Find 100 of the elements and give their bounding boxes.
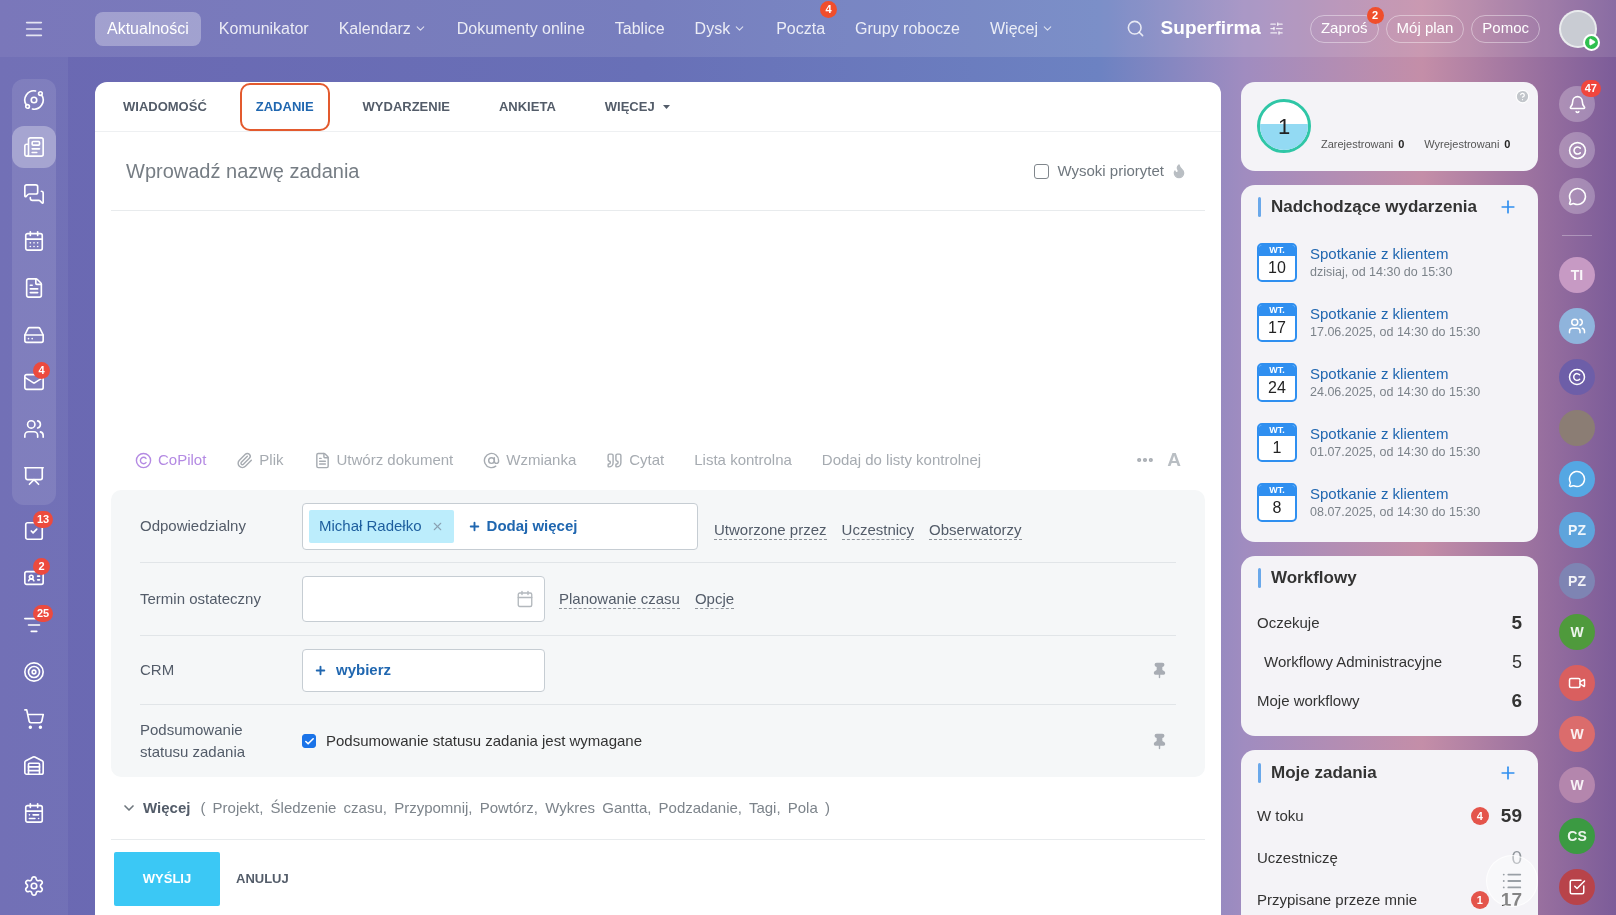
sidebar-button[interactable]: 13 [12,510,56,552]
toolbar-button[interactable]: Wzmianka [483,448,577,472]
counter-value: 1 [1277,112,1291,141]
contact-avatar[interactable]: CS [1559,818,1595,854]
more-fields-toggle[interactable]: Więcej [143,796,191,820]
contact-avatar[interactable] [1559,869,1595,905]
task-filter-link[interactable]: W toku [1257,804,1304,828]
crm-picker-field[interactable]: wybierz [302,648,545,692]
nav-tab[interactable]: Kalendarz [326,11,439,46]
user-avatar[interactable] [1559,9,1597,48]
plus-icon [467,519,481,533]
pin-icon[interactable] [1151,661,1168,679]
sidebar-button[interactable] [12,126,56,168]
post-type-tab[interactable]: WIĘCEJ [588,82,686,131]
drive-icon [23,324,45,346]
toolbar-button[interactable]: Cytat [606,448,665,472]
count-badge: 4 [33,362,50,379]
count-badge: 4 [1470,807,1489,825]
card-title: Workflowy [1271,567,1357,590]
post-type-tab[interactable]: ZADANIE [239,82,330,131]
contact-avatar[interactable]: W [1559,767,1595,803]
add-more-link[interactable]: Dodaj więcej [467,514,578,538]
event-title-link[interactable]: Spotkanie z klientem [1310,303,1481,324]
paperclip-icon [236,451,254,469]
contact-avatar[interactable] [1559,665,1595,701]
contact-avatar[interactable]: PZ [1559,512,1595,548]
warehouse-icon [23,755,45,777]
dashed-link[interactable]: Obserwatorzy [929,520,1022,540]
sliders-icon[interactable] [1268,21,1284,36]
task-filter-link[interactable]: Przypisane przeze mnie [1257,888,1418,912]
event-title-link[interactable]: Spotkanie z klientem [1310,483,1481,504]
person-chip[interactable]: Michał Radełko [309,509,454,543]
summary-checkbox[interactable] [302,734,316,748]
toolbar-button[interactable]: CoPilot [135,448,207,472]
count-badge: 2 [33,558,50,575]
responsible-field[interactable]: Michał Radełko Dodaj więcej [302,502,698,550]
task-filter-link[interactable]: Uczestniczę [1257,846,1338,870]
dashed-link[interactable]: Utworzone przez [714,520,827,540]
count-badge: 1 [1470,891,1489,909]
notifications-button[interactable] [1559,86,1595,122]
stat-value: 0 [1504,137,1511,151]
search-icon[interactable] [1125,19,1145,38]
dashed-link[interactable]: Opcje [694,589,735,609]
workflow-count: 5 [1511,611,1522,636]
contact-avatar[interactable]: TI [1559,257,1595,293]
nav-tab[interactable]: Tablice [602,11,677,46]
flame-icon[interactable] [1171,163,1187,179]
post-type-tab[interactable]: WIADOMOŚĆ [107,82,223,131]
weekday-label: WT. [1259,424,1295,436]
workflow-link[interactable]: Workflowy Administracyjne [1264,651,1443,674]
deadline-field[interactable] [302,576,545,622]
count-badge: 25 [33,605,54,622]
pin-icon[interactable] [1151,732,1168,750]
calendar-icon [23,230,45,252]
post-type-tab[interactable]: WYDARZENIE [346,82,466,131]
calendar-list-icon [23,802,45,824]
contact-avatar[interactable]: W [1559,716,1595,752]
chat-button[interactable] [1559,178,1595,214]
post-type-tab[interactable]: ANKIETA [482,82,572,131]
chat-bubbles-icon [23,183,45,205]
orbit-icon [23,89,45,111]
workflow-link[interactable]: Moje workflowy [1257,690,1360,713]
contact-avatar[interactable] [1559,359,1595,395]
event-time: 24.06.2025, od 14:30 do 15:30 [1310,383,1481,401]
assistant-button[interactable] [1559,132,1595,168]
nav-tab[interactable]: Dokumenty online [444,11,597,46]
newspaper-icon [23,136,45,158]
nav-tab[interactable]: Aktualności [95,11,201,46]
send-button[interactable]: WYŚLIJ [114,852,220,906]
sidebar-button[interactable]: 2 [12,557,56,599]
sidebar-button[interactable]: 25 [12,604,56,646]
task-title-input[interactable]: Wprowadź nazwę zadania [126,156,1035,186]
nav-tab[interactable]: Grupy robocze [843,11,972,46]
nav-tab[interactable]: Komunikator [206,11,321,46]
nav-tab[interactable]: Dysk [682,11,759,46]
checkbox-icon [1568,878,1586,896]
calendar-icon[interactable] [516,590,534,608]
circle-c-icon [135,451,152,469]
workflow-count: 5 [1512,651,1522,674]
sidebar-button[interactable]: 4 [12,361,56,403]
settings-icon [23,875,45,897]
toolbar-button[interactable]: Utwórz dokument [313,448,454,472]
event-title-link[interactable]: Spotkanie z klientem [1310,423,1481,444]
cancel-button[interactable]: ANULUJ [226,852,299,906]
dashed-link[interactable]: Planowanie czasu [559,589,680,609]
dashed-link[interactable]: Uczestnicy [841,520,915,540]
contact-avatar[interactable]: W [1559,614,1595,650]
toolbar-button[interactable]: Lista kontrolna [694,448,792,472]
contact-avatar[interactable] [1559,308,1595,344]
target-icon [23,661,45,683]
toolbar-button[interactable]: Dodaj do listy kontrolnej [821,448,982,472]
contact-avatar[interactable]: PZ [1559,563,1595,599]
contact-avatar[interactable] [1559,461,1595,497]
nav-tab[interactable]: Więcej [978,11,1067,46]
event-title-link[interactable]: Spotkanie z klientem [1310,363,1481,384]
toolbar-button[interactable]: Plik [236,448,284,472]
priority-checkbox[interactable] [1034,163,1050,179]
workflow-link[interactable]: Oczekuje [1257,612,1320,635]
priority-label: Wysoki priorytet [1057,160,1164,181]
event-title-link[interactable]: Spotkanie z klientem [1310,243,1453,264]
